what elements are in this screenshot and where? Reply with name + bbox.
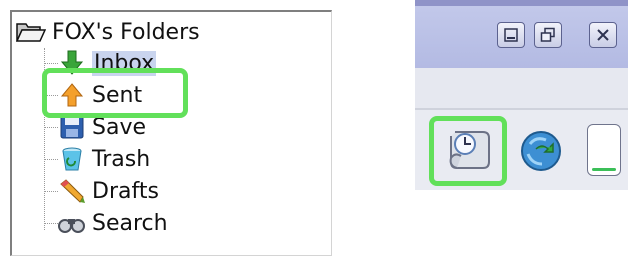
highlight-box-sent — [42, 68, 188, 118]
trash-bin-icon — [56, 144, 88, 174]
folder-tree-root-label: FOX's Folders — [52, 19, 200, 45]
folder-item-label: Save — [92, 114, 147, 140]
window-fragment — [415, 0, 628, 190]
open-folder-icon — [16, 23, 46, 42]
folder-item-label: Search — [92, 210, 168, 236]
folder-item-drafts[interactable]: Drafts — [56, 176, 159, 206]
search-binoculars-icon — [56, 208, 88, 238]
drafts-pencil-icon — [56, 176, 88, 206]
folder-item-label: Trash — [92, 146, 151, 172]
close-icon — [597, 29, 609, 41]
toolbar — [415, 110, 628, 190]
restore-icon — [540, 27, 555, 42]
title-bar — [415, 0, 628, 68]
highlight-box-tool — [429, 116, 507, 186]
status-indicator[interactable] — [587, 124, 621, 176]
folder-item-label: Drafts — [92, 178, 159, 204]
close-button[interactable] — [589, 22, 617, 48]
recycle-globe-button[interactable] — [513, 120, 569, 180]
minimize-button[interactable] — [497, 22, 525, 48]
folder-item-trash[interactable]: Trash — [56, 144, 150, 174]
folder-tree-root[interactable]: FOX's Folders — [16, 18, 200, 46]
minimize-icon — [504, 28, 518, 42]
folder-item-search[interactable]: Search — [56, 208, 168, 238]
folder-tree-panel: FOX's Folders Inbox Sent Save Trash Draf… — [10, 10, 332, 256]
recycle-globe-icon — [521, 131, 561, 171]
restore-button[interactable] — [534, 22, 562, 48]
